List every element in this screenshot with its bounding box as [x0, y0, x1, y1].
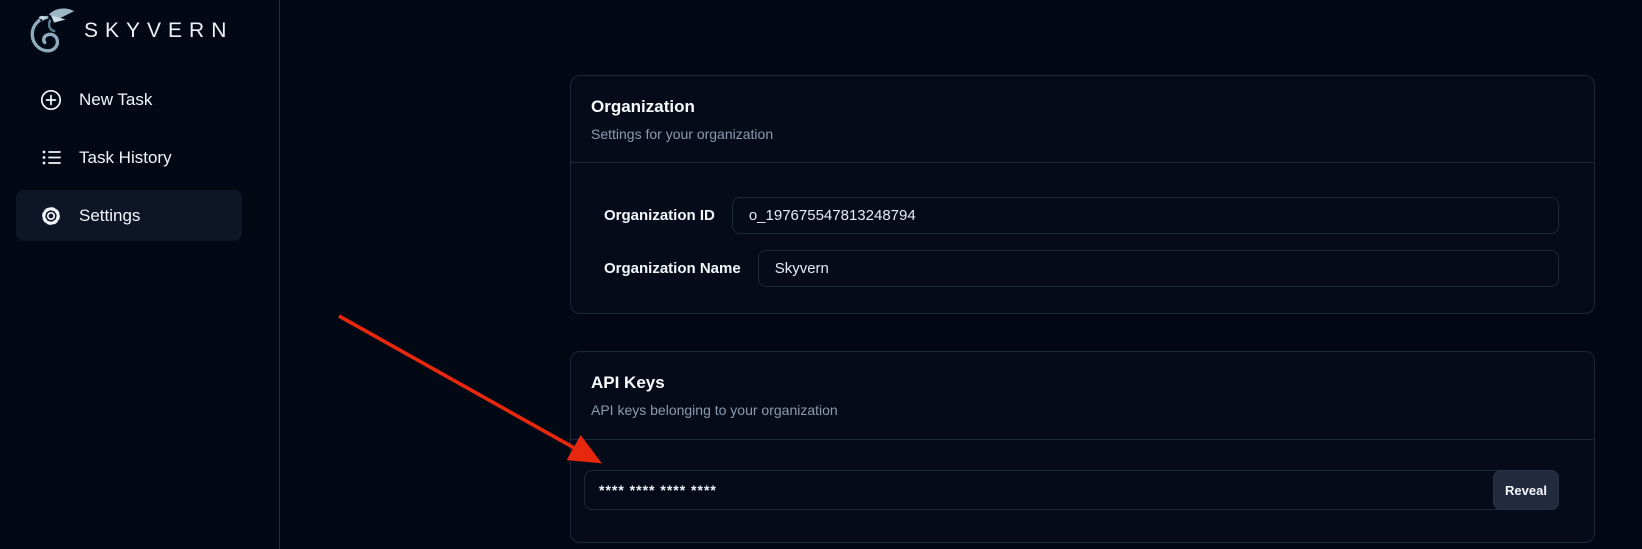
- organization-id-row: Organization ID: [604, 197, 1559, 234]
- organization-id-input[interactable]: [732, 197, 1559, 234]
- card-title: API Keys: [591, 373, 1574, 393]
- organization-card: Organization Settings for your organizat…: [570, 75, 1595, 314]
- organization-card-body: Organization ID Organization Name: [571, 163, 1594, 287]
- organization-name-row: Organization Name: [604, 250, 1559, 287]
- api-keys-card-header: API Keys API keys belonging to your orga…: [571, 352, 1594, 418]
- sidebar-item-task-history[interactable]: Task History: [16, 132, 242, 183]
- gear-icon: [40, 205, 62, 227]
- brand[interactable]: SKYVERN: [0, 0, 279, 58]
- api-key-input[interactable]: [584, 470, 1559, 510]
- card-subtitle: API keys belonging to your organization: [591, 402, 1574, 418]
- api-key-field-group: Reveal: [584, 470, 1559, 510]
- sidebar-item-label: Task History: [79, 148, 172, 168]
- brand-name: SKYVERN: [84, 19, 233, 43]
- sidebar-item-settings[interactable]: Settings: [16, 190, 242, 241]
- organization-name-input[interactable]: [758, 250, 1559, 287]
- organization-card-header: Organization Settings for your organizat…: [571, 76, 1594, 142]
- organization-id-label: Organization ID: [604, 207, 715, 224]
- sidebar-item-label: New Task: [79, 90, 152, 110]
- api-keys-card: API Keys API keys belonging to your orga…: [570, 351, 1595, 543]
- api-keys-card-body: Reveal: [571, 440, 1594, 510]
- card-title: Organization: [591, 97, 1574, 117]
- plus-circle-icon: [40, 89, 62, 111]
- sidebar-item-new-task[interactable]: New Task: [16, 74, 242, 125]
- sidebar-item-label: Settings: [79, 206, 140, 226]
- organization-name-label: Organization Name: [604, 260, 741, 277]
- sidebar-nav: New Task Task History: [0, 74, 279, 241]
- reveal-button[interactable]: Reveal: [1493, 470, 1559, 510]
- skyvern-logo-icon: [26, 6, 76, 56]
- card-subtitle: Settings for your organization: [591, 126, 1574, 142]
- list-icon: [40, 147, 62, 169]
- sidebar: SKYVERN New Task Task History: [0, 0, 280, 549]
